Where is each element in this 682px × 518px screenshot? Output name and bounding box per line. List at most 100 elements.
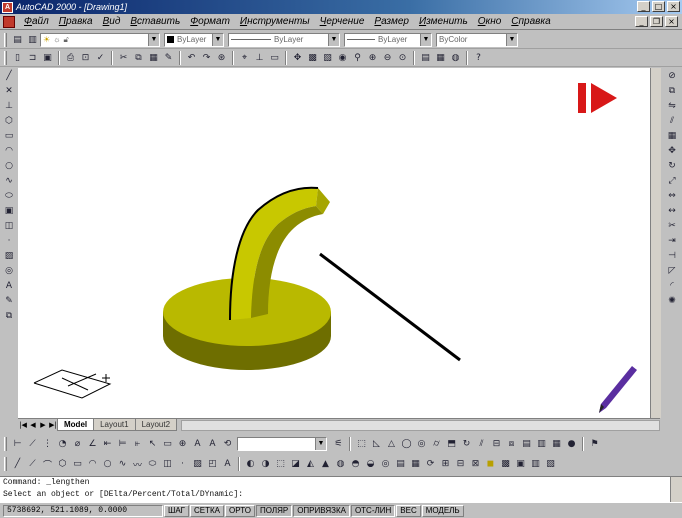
- pan-icon[interactable]: ✥: [290, 51, 305, 65]
- surface-dish-icon[interactable]: ◒: [363, 457, 378, 471]
- menu-view[interactable]: Вид: [98, 16, 126, 27]
- torus-icon[interactable]: ◎: [414, 437, 429, 451]
- command-window[interactable]: Command: _lengthen Select an object or […: [0, 476, 682, 503]
- tool-palette-icon[interactable]: ◍: [448, 51, 463, 65]
- surface-torus-icon[interactable]: ◎: [378, 457, 393, 471]
- flag-icon[interactable]: ⚑: [587, 437, 602, 451]
- ruled-surface-icon[interactable]: ⊟: [453, 457, 468, 471]
- spline-tool-icon[interactable]: 〰: [130, 457, 145, 471]
- rect-tool-icon[interactable]: ▭: [70, 457, 85, 471]
- dim-edit-icon[interactable]: A: [190, 437, 205, 451]
- hyperlink-icon[interactable]: ⊛: [214, 51, 229, 65]
- construction-line-icon[interactable]: ✕: [2, 83, 16, 98]
- red-play-icon[interactable]: [578, 83, 617, 113]
- make-block-icon[interactable]: ◫: [2, 218, 16, 233]
- sphere-shade-icon[interactable]: ●: [564, 437, 579, 451]
- surface-box-icon[interactable]: ⬚: [273, 457, 288, 471]
- scale-icon[interactable]: ⤢: [665, 173, 679, 188]
- drawing-canvas[interactable]: [18, 68, 660, 418]
- surface-3d-face-icon[interactable]: ◑: [258, 457, 273, 471]
- first-tab-arrow[interactable]: |◀: [18, 420, 28, 431]
- ordinate-dim-icon[interactable]: ⋮: [40, 437, 55, 451]
- chevron-down-icon[interactable]: ▼: [315, 438, 326, 450]
- scene-icon[interactable]: ▣: [513, 457, 528, 471]
- menu-format[interactable]: Формат: [185, 16, 235, 27]
- spline-icon[interactable]: ∿: [2, 173, 16, 188]
- polygon-tool-icon[interactable]: ⬡: [55, 457, 70, 471]
- tab-layout2[interactable]: Layout2: [134, 419, 178, 431]
- edge-surface-icon[interactable]: ⊠: [468, 457, 483, 471]
- lineweight-combo[interactable]: ByLayer ▼: [344, 32, 432, 47]
- block-tool-icon[interactable]: ◫: [160, 457, 175, 471]
- chevron-down-icon[interactable]: ▼: [212, 33, 223, 46]
- material-icon[interactable]: ▧: [543, 457, 558, 471]
- mtext-icon[interactable]: A: [2, 278, 16, 293]
- osnap-toggle[interactable]: ОПРИВЯЗКА: [293, 504, 350, 517]
- line-object[interactable]: [319, 252, 461, 362]
- lengthen-icon[interactable]: ↔: [665, 203, 679, 218]
- light-icon[interactable]: ▥: [528, 457, 543, 471]
- pline-icon[interactable]: ⌒: [40, 457, 55, 471]
- erase-icon[interactable]: ✎: [2, 293, 16, 308]
- plotstyle-combo[interactable]: ByColor ▼: [436, 32, 518, 47]
- doc-restore-button[interactable]: ❐: [650, 16, 663, 27]
- chevron-down-icon[interactable]: ▼: [328, 33, 339, 46]
- open-icon[interactable]: ⊐: [25, 51, 40, 65]
- properties-icon[interactable]: ▤: [418, 51, 433, 65]
- otrack-toggle[interactable]: ОТС-ЛИН: [350, 504, 396, 517]
- layers-icon[interactable]: ▤: [10, 33, 25, 47]
- menu-dimension[interactable]: Размер: [369, 16, 414, 27]
- circle-tool-icon[interactable]: ○: [100, 457, 115, 471]
- match-icon[interactable]: ✎: [161, 51, 176, 65]
- layer-previous-icon[interactable]: ▥: [25, 33, 40, 47]
- wedge-icon[interactable]: ◺: [369, 437, 384, 451]
- menu-file[interactable]: Файл: [19, 16, 54, 27]
- interfere-icon[interactable]: ⧈: [504, 437, 519, 451]
- setup-view-icon[interactable]: ▥: [534, 437, 549, 451]
- document-icon[interactable]: [3, 15, 15, 28]
- hatch-tool-icon[interactable]: ▨: [190, 457, 205, 471]
- maximize-button[interactable]: □: [652, 1, 665, 12]
- region-tool-icon[interactable]: ◰: [205, 457, 220, 471]
- polyline-icon[interactable]: ⊥: [2, 98, 16, 113]
- linetype-combo[interactable]: ByLayer ▼: [228, 32, 340, 47]
- surface-pyramid-icon[interactable]: ◭: [303, 457, 318, 471]
- command-prompt-line[interactable]: Select an object or [DElta/Percent/Total…: [0, 489, 682, 501]
- horizontal-scrollbar[interactable]: [181, 419, 660, 431]
- extrude-icon[interactable]: ⬒: [444, 437, 459, 451]
- radius-dim-icon[interactable]: ◔: [55, 437, 70, 451]
- ellipse-tool-icon[interactable]: ⬭: [145, 457, 160, 471]
- solid-model[interactable]: [163, 186, 331, 370]
- cylinder-icon[interactable]: ⌭: [429, 437, 444, 451]
- spell-icon[interactable]: ✓: [93, 51, 108, 65]
- sphere-icon[interactable]: ◯: [399, 437, 414, 451]
- color-combo[interactable]: ByLayer ▼: [164, 32, 224, 47]
- zoom-window-icon[interactable]: ⊕: [365, 51, 380, 65]
- continue-dim-icon[interactable]: ⫦: [130, 437, 145, 451]
- close-button[interactable]: ×: [667, 1, 680, 12]
- line-icon[interactable]: ╱: [2, 68, 16, 83]
- named-views-icon[interactable]: ▧: [320, 51, 335, 65]
- region-icon[interactable]: ◎: [2, 263, 16, 278]
- tab-layout1[interactable]: Layout1: [93, 419, 136, 431]
- cone-icon[interactable]: △: [384, 437, 399, 451]
- redo-icon[interactable]: ↷: [199, 51, 214, 65]
- zoom-realtime-icon[interactable]: ⚲: [350, 51, 365, 65]
- surface-2d-solid-icon[interactable]: ◐: [243, 457, 258, 471]
- aerial-view-icon[interactable]: ▩: [305, 51, 320, 65]
- revolve-icon[interactable]: ↻: [459, 437, 474, 451]
- section-icon[interactable]: ⊟: [489, 437, 504, 451]
- fillet-icon[interactable]: ◜: [665, 278, 679, 293]
- toolbar-grip[interactable]: [4, 50, 7, 65]
- offset-icon[interactable]: ⫽: [665, 113, 679, 128]
- layer-combo[interactable]: ☀ ☼ 🔓︎ ▼: [40, 32, 160, 47]
- distance-icon[interactable]: ▭: [267, 51, 282, 65]
- surface-mesh-icon[interactable]: ▦: [408, 457, 423, 471]
- linear-dim-icon[interactable]: ⊢: [10, 437, 25, 451]
- insert-block-icon[interactable]: ▣: [2, 203, 16, 218]
- tabulated-surface-icon[interactable]: ⊞: [438, 457, 453, 471]
- revcloud-icon[interactable]: ∿: [115, 457, 130, 471]
- ucs-icon[interactable]: ⊥: [252, 51, 267, 65]
- undo-icon[interactable]: ↶: [184, 51, 199, 65]
- grid-toggle[interactable]: СЕТКА: [190, 504, 224, 517]
